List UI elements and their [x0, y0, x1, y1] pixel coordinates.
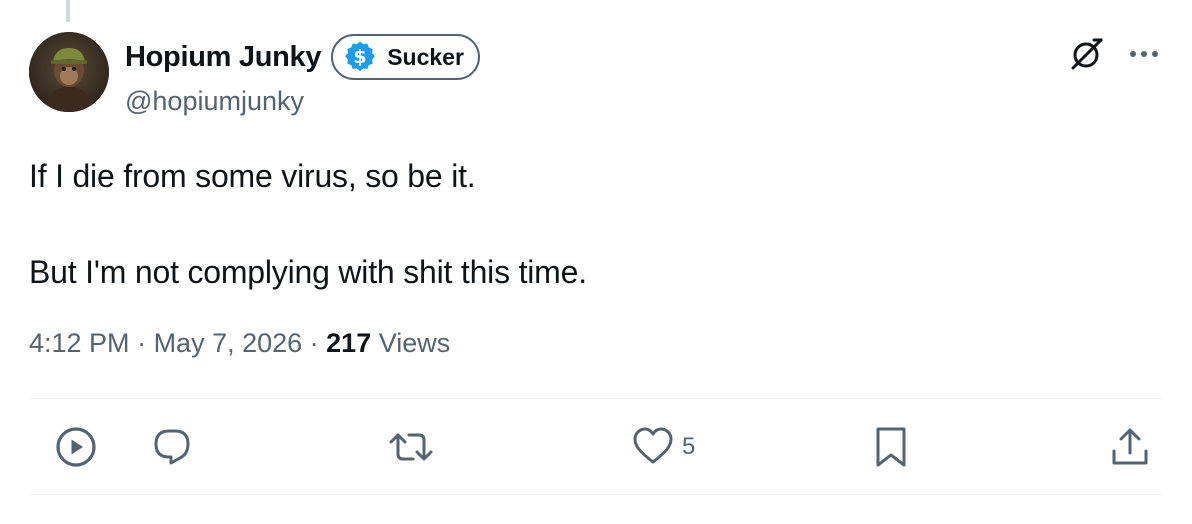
- like-count: 5: [682, 433, 696, 460]
- share-icon: [1112, 428, 1148, 465]
- bookmark-button[interactable]: [868, 424, 914, 470]
- author-handle[interactable]: @hopiumjunky: [125, 86, 304, 117]
- divider: [29, 398, 1162, 399]
- play-circle-icon: [56, 427, 96, 467]
- share-button[interactable]: [1107, 424, 1153, 470]
- view-analytics-button[interactable]: [53, 424, 99, 470]
- more-horizontal-icon: [1130, 51, 1158, 57]
- heart-icon: [633, 427, 673, 464]
- avatar-image: [29, 32, 109, 112]
- meta-separator: ·: [129, 328, 154, 358]
- avatar[interactable]: [29, 32, 109, 112]
- subscription-badge[interactable]: $ Sucker: [331, 34, 480, 80]
- grok-button[interactable]: [1065, 32, 1109, 76]
- grok-icon: [1071, 38, 1103, 70]
- author-name-row: Hopium Junky $ Sucker: [125, 32, 480, 82]
- tweet-text-line: If I die from some virus, so be it.: [29, 158, 476, 194]
- tweet-date[interactable]: May 7, 2026: [154, 328, 303, 359]
- more-options-button[interactable]: [1122, 32, 1166, 76]
- meta-separator: ·: [302, 328, 327, 358]
- svg-text:$: $: [354, 46, 367, 68]
- reply-icon: [154, 429, 190, 465]
- like-button[interactable]: 5: [630, 424, 695, 470]
- views-label: Views: [378, 328, 451, 358]
- badge-label: Sucker: [387, 43, 464, 70]
- tweet-text-line: But I'm not complying with shit this tim…: [29, 254, 587, 290]
- thread-connector-line: [66, 0, 70, 22]
- retweet-icon: [389, 433, 433, 461]
- tweet-text: If I die from some virus, so be it. But …: [29, 152, 1149, 296]
- tweet-detail: Hopium Junky $ Sucker @hopiumjunky If I …: [0, 0, 1192, 524]
- views-count: 217: [326, 328, 372, 358]
- author-display-name[interactable]: Hopium Junky: [125, 41, 322, 74]
- bookmark-icon: [876, 427, 906, 467]
- retweet-button[interactable]: [386, 424, 436, 470]
- reply-button[interactable]: [149, 424, 195, 470]
- dollar-badge-icon: $: [345, 41, 376, 72]
- tweet-meta: 4:12 PM · May 7, 2026 · 217 Views: [29, 328, 450, 359]
- divider: [29, 494, 1162, 495]
- tweet-time[interactable]: 4:12 PM: [29, 328, 130, 359]
